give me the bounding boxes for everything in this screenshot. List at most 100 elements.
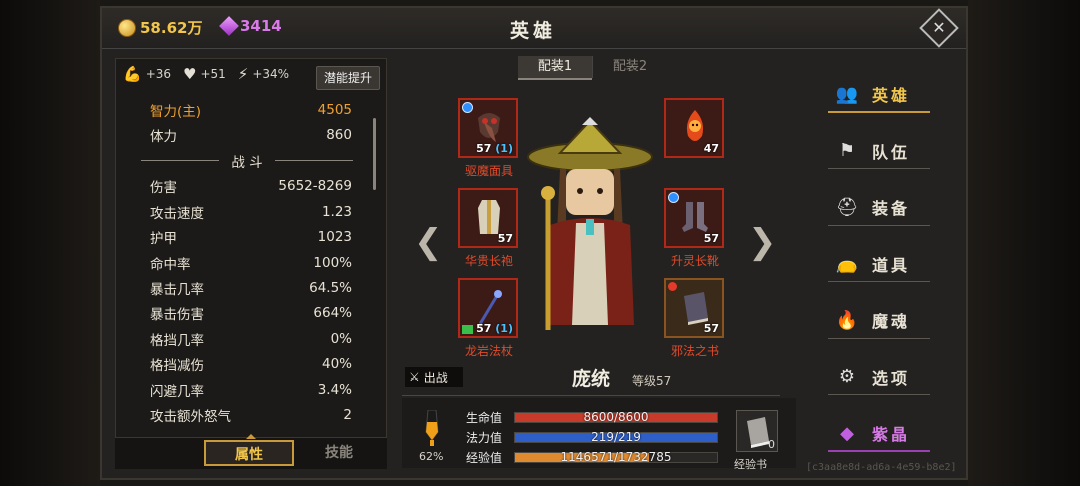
stat-value: 100% [313,254,352,271]
hero-name: 庞统 [571,368,610,390]
equip-slot-pet[interactable]: 47 [664,98,724,158]
menu-item-items[interactable]: 👝 道具 [822,236,932,293]
stat-value: 860 [326,127,352,144]
hp-label: 生命值 [466,411,503,425]
section-label: 战 斗 [231,154,263,171]
gem-amount: 3414 [240,17,282,35]
equip-slot-boots[interactable]: 57 [664,188,724,248]
gold-counter: 58.62万 [118,17,202,38]
blue-gem-socket-icon [668,192,679,203]
menu-item-options[interactable]: ⚙ 选项 [822,349,932,406]
tab-skills[interactable]: 技能 [294,440,384,466]
equip-slot-staff[interactable]: 57 (1) [458,278,518,338]
boost-health: ♥ +51 [183,65,226,83]
stat-row: 命中率 100% [128,250,366,275]
tab-loadout-2[interactable]: 配装2 [592,56,667,78]
helmet-icon: ⛑ [835,196,859,218]
crossed-swords-icon: ⚔ [409,370,420,384]
stat-value: 1023 [317,229,352,246]
stat-row: 伤害 5652-8269 [128,174,366,199]
tab-loadout-1[interactable]: 配装1 [518,56,592,80]
item-level: 57 [497,232,513,245]
boost-speed-value: +34% [252,67,290,81]
stat-label: 暴击伤害 [150,307,204,324]
stat-label: 格挡减伤 [150,358,204,375]
stat-row: 暴击伤害 664% [128,301,366,326]
mp-row: 法力值 219/219 [466,429,718,446]
stat-value: 40% [321,356,352,373]
deploy-button[interactable]: ⚔ 出战 [405,367,463,387]
hero-portrait[interactable] [520,115,660,335]
item-name-boots: 升灵长靴 [670,254,719,268]
bag-icon: 👝 [835,253,859,275]
exp-row: 经验值 1146571/1732785 [466,449,718,466]
equip-slot-robe[interactable]: 57 [458,188,518,248]
purple-gem-icon: ◆ [840,422,854,444]
item-name-book: 邪法之书 [670,344,719,358]
combat-section-header: 战 斗 [128,148,366,174]
potion-percent: 62% [419,450,444,463]
gem-icon [219,16,239,36]
side-menu: 👥 英雄 ⚑ 队伍 ⛑ 装备 👝 道具 🔥 魔魂 ⚙ 选项 ◆ 紫晶 [822,66,932,462]
menu-item-soul[interactable]: 🔥 魔魂 [822,292,932,349]
hp-row: 生命值 8600/8600 [466,409,718,426]
stat-row-stamina: 体力 860 [128,122,366,147]
gold-coin-icon [118,18,136,37]
stat-value: 0% [330,330,352,347]
hp-bar: 8600/8600 [514,410,718,424]
menu-item-equipment[interactable]: ⛑ 装备 [822,179,932,236]
stat-label: 闪避几率 [150,383,204,400]
item-level: 57 (1) [476,322,513,335]
exp-book-slot[interactable]: 0 [736,410,778,452]
close-icon: ✕ [932,18,946,37]
robe-icon [478,200,500,234]
plague-mask-icon [478,113,500,142]
stat-label: 攻击额外怒气 [150,408,231,425]
hero-level: 等级57 [632,374,672,388]
stat-label: 智力(主) [150,103,202,120]
boost-strength-value: +36 [145,67,172,81]
gold-amount: 58.62万 [140,19,203,37]
item-name-staff: 龙岩法杖 [464,344,513,358]
exp-bar: 1146571/1732785 [514,450,718,464]
menu-label: 选项 [872,368,911,388]
stat-row: 格挡几率 0% [128,326,366,351]
menu-label: 紫晶 [872,425,911,445]
next-hero-arrow[interactable]: ❯ [748,222,777,262]
potential-upgrade-button[interactable]: 潜能提升 [316,66,380,90]
mp-text: 219/219 [591,430,641,444]
stat-label: 体力 [150,129,177,146]
tab-attributes[interactable]: 属性 [204,440,294,466]
menu-item-hero[interactable]: 👥 英雄 [822,66,932,123]
menu-item-amethyst[interactable]: ◆ 紫晶 [822,405,932,462]
exp-label: 经验值 [466,451,503,465]
equip-slot-book[interactable]: 57 [664,278,724,338]
stat-value: 64.5% [309,280,352,297]
lightning-icon: ⚡ [237,65,249,83]
flame-icon: 🔥 [835,309,859,331]
menu-label: 英雄 [872,86,911,106]
mp-bar: 219/219 [514,430,718,444]
stat-value: 4505 [317,101,352,118]
boost-bar: 💪 +36 ♥ +51 ⚡ +34% [123,65,301,83]
heart-icon: ♥ [183,65,197,83]
menu-item-team[interactable]: ⚑ 队伍 [822,123,932,180]
stats-scrollbar[interactable] [373,118,376,190]
stat-row: 暴击几率 64.5% [128,275,366,300]
strength-arm-icon: 💪 [123,65,142,83]
item-name-mask: 驱魔面具 [464,164,513,178]
boost-strength: 💪 +36 [123,65,171,83]
stat-row: 格挡减伤 40% [128,352,366,377]
stat-list[interactable]: 智力(主) 4505 体力 860 战 斗 伤害 5652-8269 攻击速度 1.… [128,97,366,428]
loadout-tabs: 配装1 配装2 [518,56,667,80]
stat-value: 3.4% [317,381,352,398]
stat-row: 闪避几率 3.4% [128,377,366,402]
previous-hero-arrow[interactable]: ❮ [414,222,443,262]
stat-label: 护甲 [150,231,177,248]
stat-label: 格挡几率 [150,332,204,349]
flag-icon: ⚑ [838,140,856,162]
equip-slot-mask[interactable]: 57 (1) [458,98,518,158]
fire-spirit-icon [686,110,704,141]
deploy-label: 出战 [423,370,448,385]
item-level: 47 [703,142,719,155]
